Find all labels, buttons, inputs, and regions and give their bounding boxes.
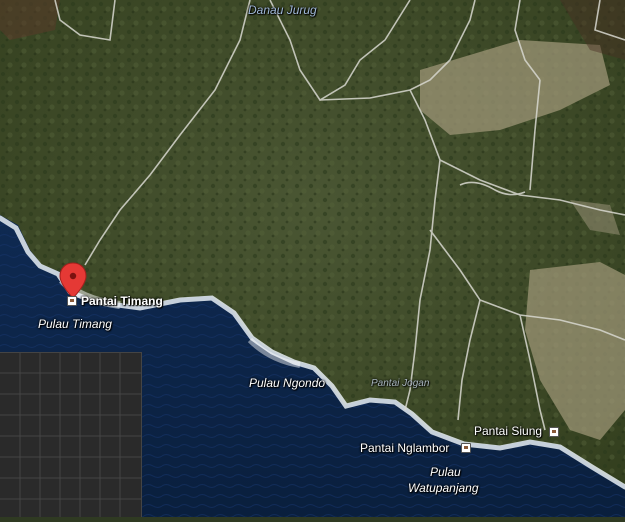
label-danau-jurug: Danau Jurug [248, 3, 317, 17]
label-pantai-nglambor[interactable]: Pantai Nglambor [360, 441, 449, 455]
label-pulau-timang: Pulau Timang [38, 317, 112, 331]
poi-marker-icon[interactable] [549, 427, 559, 437]
poi-marker-icon[interactable] [67, 296, 77, 306]
label-pantai-siung[interactable]: Pantai Siung [474, 424, 542, 438]
poi-marker-icon[interactable] [461, 443, 471, 453]
unloaded-tile-area [0, 352, 142, 517]
label-pulau-watupanjang-line2: Watupanjang [408, 481, 479, 495]
label-pulau-watupanjang-line1: Pulau [430, 465, 461, 479]
label-pantai-timang[interactable]: Pantai Timang [81, 294, 163, 308]
label-pantai-jogan: Pantai Jogan [371, 378, 430, 389]
label-pulau-ngondo: Pulau Ngondo [249, 376, 326, 390]
